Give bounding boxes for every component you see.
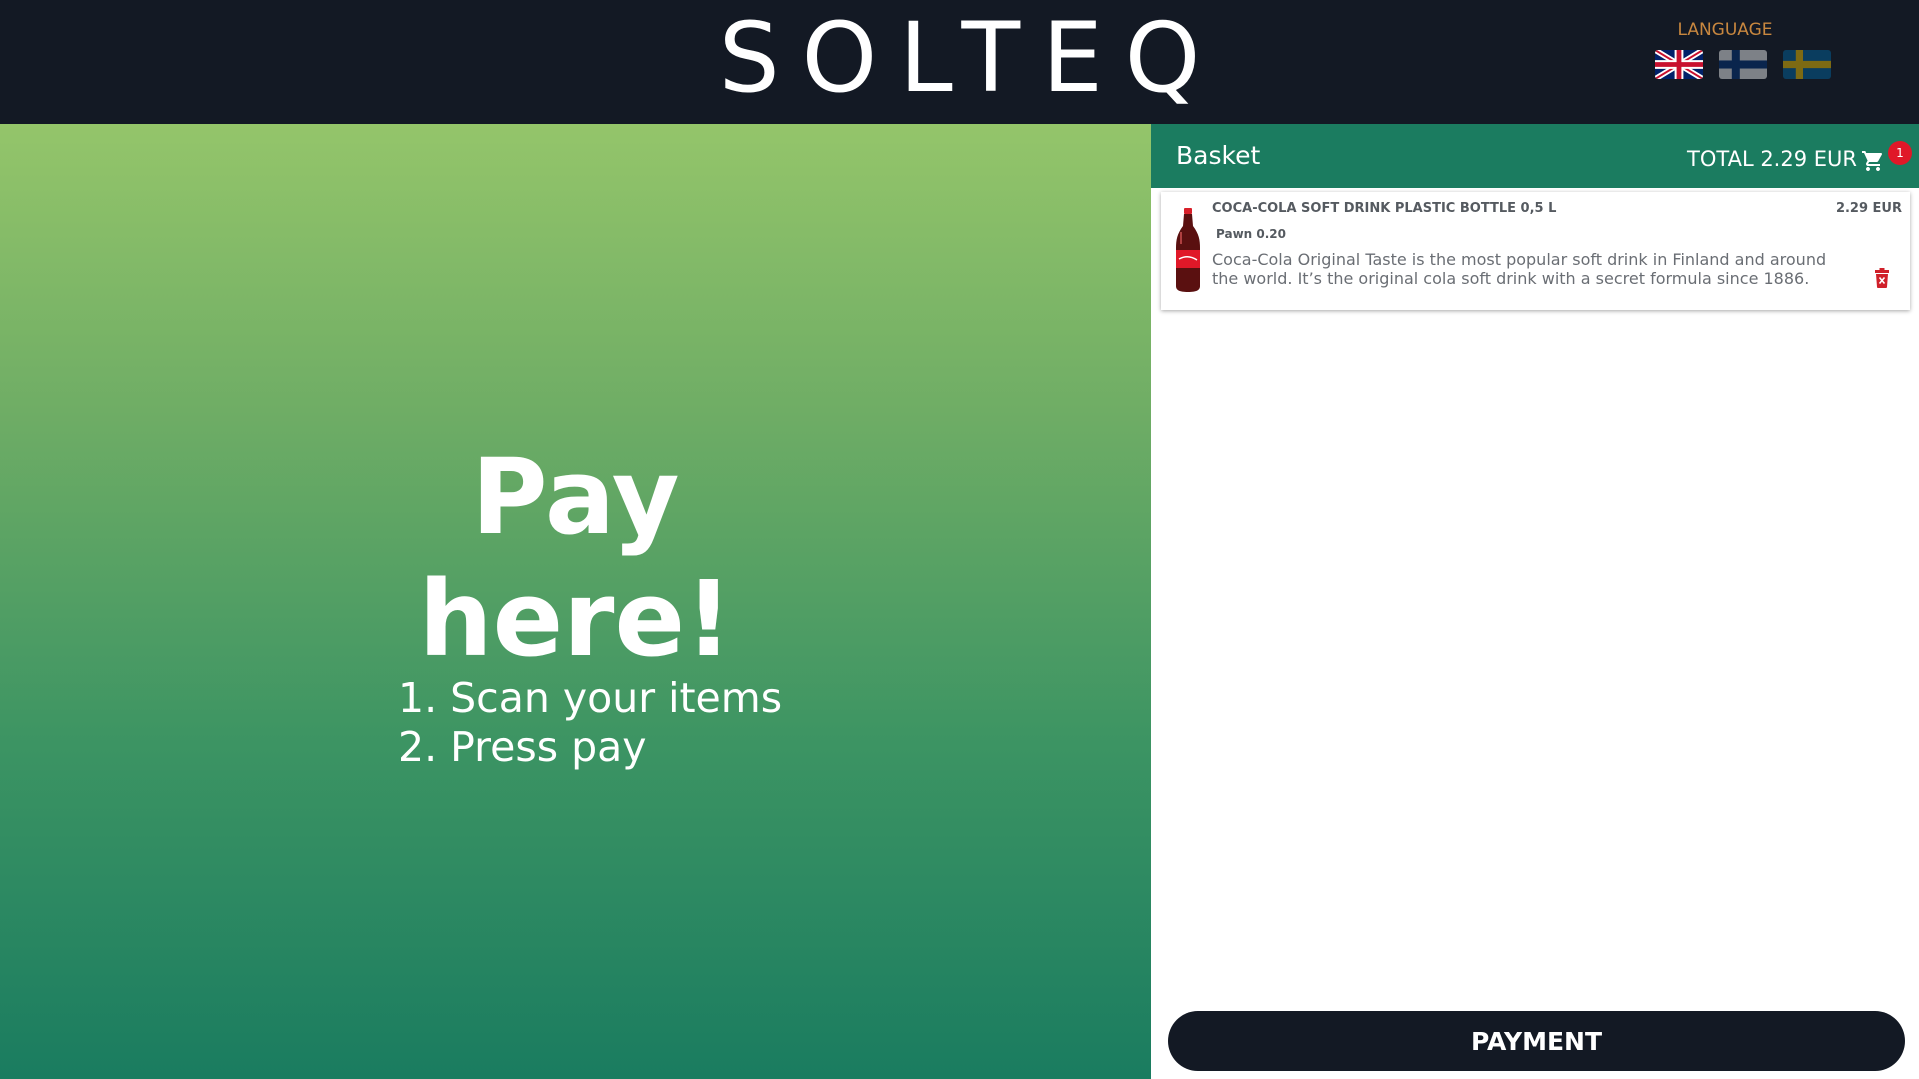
cart-icon[interactable] <box>1860 149 1886 173</box>
finland-flag-icon[interactable] <box>1719 50 1767 79</box>
basket-total: TOTAL 2.29 EUR <box>1687 147 1857 171</box>
basket-title: Basket <box>1176 141 1261 170</box>
basket-header: Basket TOTAL 2.29 EUR 1 <box>1151 124 1919 188</box>
language-label: LANGUAGE <box>1677 20 1773 40</box>
instructions: 1. Scan your items 2. Press pay <box>398 674 782 772</box>
payment-button[interactable]: PAYMENT <box>1168 1011 1905 1071</box>
basket-item[interactable]: COCA-COLA SOFT DRINK PLASTIC BOTTLE 0,5 … <box>1161 192 1910 310</box>
solteq-logo: SOLTEQ <box>718 2 1223 114</box>
trash-icon[interactable] <box>1874 268 1890 288</box>
basket-panel: Basket TOTAL 2.29 EUR 1 COCA-COLA SOFT D… <box>1151 124 1919 1079</box>
promo-panel: Pay here! 1. Scan your items 2. Press pa… <box>0 124 1151 1079</box>
cart-count-badge: 1 <box>1888 141 1912 165</box>
item-pawn: Pawn 0.20 <box>1216 227 1286 241</box>
top-header: SOLTEQ LANGUAGE <box>0 0 1919 124</box>
uk-flag-icon[interactable] <box>1655 50 1703 79</box>
step-scan: 1. Scan your items <box>398 674 783 722</box>
sweden-flag-icon[interactable] <box>1783 50 1831 79</box>
item-name: COCA-COLA SOFT DRINK PLASTIC BOTTLE 0,5 … <box>1212 201 1557 216</box>
pay-title-line1: Pay <box>471 436 680 558</box>
pay-title-line2: here! <box>418 558 733 680</box>
step-pay: 2. Press pay <box>398 723 647 771</box>
pay-here-title: Pay here! <box>0 436 1151 680</box>
item-price: 2.29 EUR <box>1835 201 1902 216</box>
coca-cola-bottle-icon <box>1176 208 1200 292</box>
item-description: Coca-Cola Original Taste is the most pop… <box>1212 250 1827 288</box>
